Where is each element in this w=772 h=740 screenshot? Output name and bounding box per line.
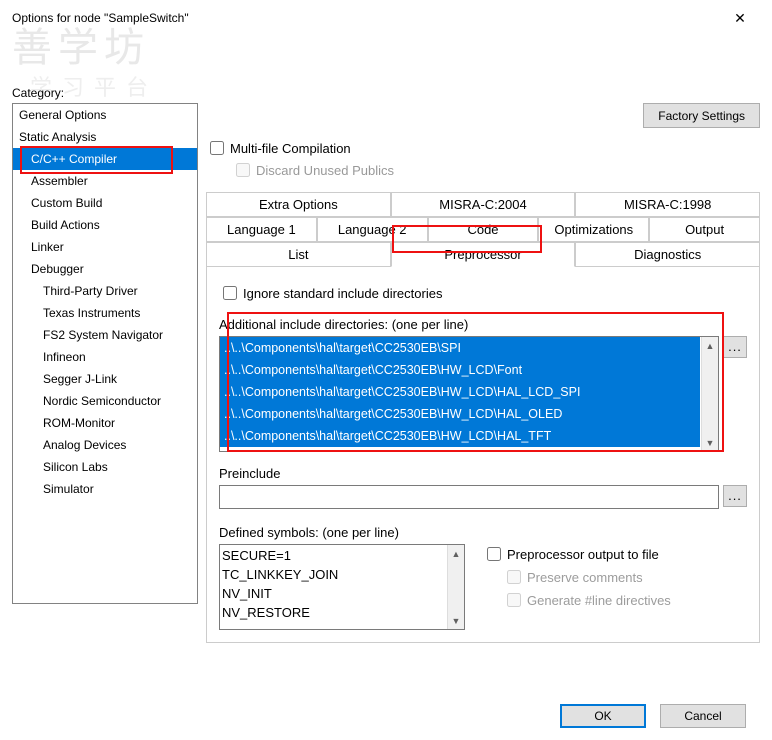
discard-unused-label: Discard Unused Publics [256, 163, 394, 178]
generate-line-label: Generate #line directives [527, 593, 671, 608]
include-dir-line[interactable]: ..\..\Components\hal\target\CC2530EB\HW_… [220, 359, 700, 381]
defined-symbol-line[interactable]: TC_LINKKEY_JOIN [222, 565, 462, 584]
multi-file-checkbox[interactable] [210, 141, 224, 155]
generate-line-checkbox [507, 593, 521, 607]
tree-item[interactable]: Debugger [13, 258, 197, 280]
tab[interactable]: Diagnostics [575, 242, 760, 266]
preinclude-browse-button[interactable]: ... [723, 485, 747, 507]
defined-scrollbar[interactable]: ▲ ▼ [447, 545, 464, 629]
scroll-up-icon[interactable]: ▲ [702, 337, 718, 354]
include-browse-button[interactable]: ... [723, 336, 747, 358]
tree-item[interactable]: FS2 System Navigator [13, 324, 197, 346]
tree-item[interactable]: Simulator [13, 478, 197, 500]
preserve-comments-label: Preserve comments [527, 570, 643, 585]
include-dir-line[interactable]: ..\..\Components\hal\target\CC2530EB\HW_… [220, 381, 700, 403]
tree-item[interactable]: Segger J-Link [13, 368, 197, 390]
scroll-down-icon[interactable]: ▼ [702, 434, 718, 451]
include-dirs-scrollbar[interactable]: ▲ ▼ [701, 337, 718, 451]
include-directories-box[interactable]: ..\..\Components\hal\target\CC2530EB\SPI… [219, 336, 719, 452]
scroll-up-icon[interactable]: ▲ [448, 545, 464, 562]
pp-output-label: Preprocessor output to file [507, 547, 659, 562]
tab[interactable]: Extra Options [206, 192, 391, 216]
additional-include-label: Additional include directories: (one per… [219, 317, 747, 332]
tab[interactable]: Optimizations [538, 217, 649, 241]
tree-item[interactable]: ROM-Monitor [13, 412, 197, 434]
category-tree[interactable]: General OptionsStatic AnalysisC/C++ Comp… [12, 103, 198, 604]
include-dir-line[interactable]: ..\..\Components\hal\target\CC2530EB\SPI [220, 337, 700, 359]
defined-symbol-line[interactable]: NV_RESTORE [222, 603, 462, 622]
tree-item[interactable]: Nordic Semiconductor [13, 390, 197, 412]
tree-item[interactable]: General Options [13, 104, 197, 126]
preinclude-input[interactable] [219, 485, 719, 509]
tab[interactable]: Language 1 [206, 217, 317, 241]
cancel-button[interactable]: Cancel [660, 704, 746, 728]
tab[interactable]: Code [428, 217, 539, 241]
tree-item[interactable]: Analog Devices [13, 434, 197, 456]
multi-file-label: Multi-file Compilation [230, 141, 351, 156]
tab[interactable]: Output [649, 217, 760, 241]
window-title: Options for node "SampleSwitch" [12, 11, 189, 25]
tree-item[interactable]: Static Analysis [13, 126, 197, 148]
tree-item[interactable]: C/C++ Compiler [13, 148, 197, 170]
pp-output-checkbox[interactable] [487, 547, 501, 561]
tree-item[interactable]: Silicon Labs [13, 456, 197, 478]
scroll-down-icon[interactable]: ▼ [448, 612, 464, 629]
tab-body-preprocessor: Ignore standard include directories Addi… [206, 267, 760, 643]
tree-item[interactable]: Linker [13, 236, 197, 258]
tab[interactable]: List [206, 242, 391, 266]
tab[interactable]: MISRA-C:2004 [391, 192, 576, 216]
tree-item[interactable]: Infineon [13, 346, 197, 368]
tree-item[interactable]: Custom Build [13, 192, 197, 214]
tree-item[interactable]: Third-Party Driver [13, 280, 197, 302]
titlebar: Options for node "SampleSwitch" ✕ [0, 0, 772, 30]
discard-unused-checkbox [236, 163, 250, 177]
category-label: Category: [12, 86, 760, 100]
defined-symbols-label: Defined symbols: (one per line) [219, 525, 747, 540]
ignore-std-include-checkbox[interactable] [223, 286, 237, 300]
preserve-comments-checkbox [507, 570, 521, 584]
tab[interactable]: MISRA-C:1998 [575, 192, 760, 216]
tab[interactable]: Preprocessor [391, 242, 576, 267]
tree-item[interactable]: Assembler [13, 170, 197, 192]
close-button[interactable]: ✕ [720, 6, 760, 30]
ok-button[interactable]: OK [560, 704, 646, 728]
tab[interactable]: Language 2 [317, 217, 428, 241]
ignore-std-include-label: Ignore standard include directories [243, 286, 442, 301]
defined-symbol-line[interactable]: SECURE=1 [222, 546, 462, 565]
factory-settings-button[interactable]: Factory Settings [643, 103, 760, 128]
defined-symbols-box[interactable]: SECURE=1TC_LINKKEY_JOINNV_INITNV_RESTORE… [219, 544, 465, 630]
preinclude-label: Preinclude [219, 466, 747, 481]
tree-item[interactable]: Build Actions [13, 214, 197, 236]
tree-item[interactable]: Texas Instruments [13, 302, 197, 324]
include-dir-line[interactable]: ..\..\Components\hal\target\CC2530EB\HW_… [220, 425, 700, 447]
defined-symbol-line[interactable]: NV_INIT [222, 584, 462, 603]
include-dir-line[interactable]: ..\..\Components\hal\target\CC2530EB\HW_… [220, 403, 700, 425]
